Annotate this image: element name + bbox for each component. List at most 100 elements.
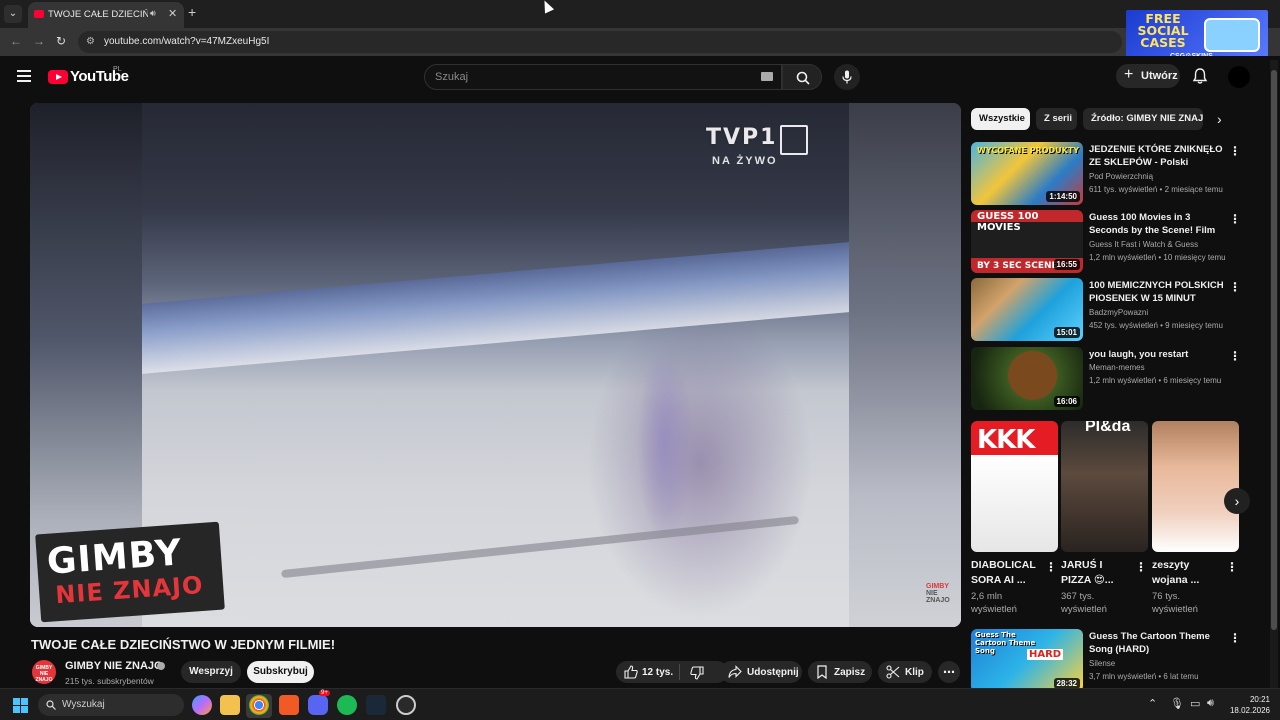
windows-taskbar: Wyszukaj 9+ ⌃ 🎙︎ ▭ 🔊︎ 20:21 18.02.2026 xyxy=(0,688,1280,720)
short-thumbnail[interactable] xyxy=(1152,421,1239,552)
menu-icon[interactable] xyxy=(17,70,31,82)
more-vertical-icon[interactable]: ⋮ xyxy=(1226,560,1238,574)
recommendation-channel[interactable]: Guess It Fast i Watch & Guess xyxy=(1089,240,1198,249)
recommendation-item[interactable]: 16:06 you laugh, you restart Meman-memes… xyxy=(971,347,1241,411)
url-text[interactable]: youtube.com/watch?v=47MZxeuHg5I xyxy=(104,36,269,47)
notifications-bell-icon[interactable] xyxy=(1192,68,1208,85)
recommendation-channel[interactable]: Pod Powierzchnią xyxy=(1089,172,1153,181)
save-button[interactable]: Zapisz xyxy=(808,661,872,683)
scrollbar-thumb[interactable] xyxy=(1271,70,1277,630)
network-icon[interactable]: ▭ xyxy=(1190,697,1200,710)
more-vertical-icon[interactable]: ⋮ xyxy=(1229,212,1241,226)
recommendation-title[interactable]: Guess The Cartoon Theme Song (HARD) xyxy=(1089,630,1224,656)
chrome-icon[interactable] xyxy=(249,695,269,715)
forward-icon[interactable]: → xyxy=(33,34,45,48)
like-count[interactable]: 12 tys. xyxy=(642,667,673,678)
tab-search-menu-button[interactable]: ⌄ xyxy=(4,5,22,23)
short-item[interactable]: zeszyty wojana ... 76 tys. wyświetleń ⋮ xyxy=(1152,421,1239,616)
video-thumbnail[interactable]: GUESS 100 MOVIES BY 3 SEC SCENE 16:55 xyxy=(971,210,1083,273)
recommendation-title[interactable]: Guess 100 Movies in 3 Seconds by the Sce… xyxy=(1089,211,1224,238)
join-button[interactable]: Wesprzyj xyxy=(181,661,241,683)
page-scrollbar[interactable] xyxy=(1270,60,1278,688)
windows-start-icon[interactable] xyxy=(13,698,29,714)
youtube-logo-icon[interactable] xyxy=(48,70,68,84)
channel-avatar[interactable]: GIMBY NIE ZNAJO xyxy=(32,660,56,684)
browser-tab-active[interactable]: TWOJE CAŁE DZIECIŃSTWO W JEDNYM FILMIE! … xyxy=(28,2,184,28)
steam-icon[interactable] xyxy=(366,695,386,715)
recommendation-channel[interactable]: BadzmyPowazni xyxy=(1089,308,1148,317)
short-item[interactable]: KKK DIABOLICAL SORA AI ... 2,6 mln wyświ… xyxy=(971,421,1058,616)
thumbs-down-icon[interactable] xyxy=(690,666,704,680)
video-title: TWOJE CAŁE DZIECIŃSTWO W JEDNYM FILMIE! xyxy=(31,637,336,652)
app-icon[interactable] xyxy=(396,695,416,715)
shorts-next-button[interactable]: › xyxy=(1224,488,1250,514)
chip-source[interactable]: Źródło: GIMBY NIE ZNAJO xyxy=(1083,108,1203,130)
subscribe-button[interactable]: Subskrybuj xyxy=(247,661,314,683)
share-button[interactable]: Udostępnij xyxy=(720,661,802,683)
short-title[interactable]: zeszyty wojana ... xyxy=(1152,558,1222,588)
chip-series[interactable]: Z serii xyxy=(1036,108,1077,130)
chevron-right-icon[interactable]: › xyxy=(1217,111,1222,127)
back-icon[interactable]: ← xyxy=(10,34,22,48)
account-avatar[interactable] xyxy=(1228,66,1250,88)
recommendation-item[interactable]: 15:01 100 MEMICZNYCH POLSKICH PIOSENEK W… xyxy=(971,278,1241,342)
recommendation-meta: 452 tys. wyświetleń • 9 miesięcy temu xyxy=(1089,321,1223,330)
video-thumbnail[interactable]: Guess The Cartoon Theme Song HARD 28:32 xyxy=(971,629,1083,689)
short-thumbnail[interactable]: Pl&da xyxy=(1061,421,1148,552)
create-button[interactable]: + Utwórz xyxy=(1116,64,1180,88)
keyboard-icon[interactable] xyxy=(761,72,773,81)
taskbar-clock[interactable]: 20:21 18.02.2026 xyxy=(1222,694,1270,716)
more-vertical-icon[interactable]: ⋮ xyxy=(1045,560,1057,574)
video-thumbnail[interactable]: WYCOFANE PRODUKTY 1:14:50 xyxy=(971,142,1083,205)
recommendation-item[interactable]: GUESS 100 MOVIES BY 3 SEC SCENE 16:55 Gu… xyxy=(971,210,1241,274)
voice-search-button[interactable] xyxy=(834,64,860,90)
video-player[interactable]: TVP1 NA ŻYWO GIMBY NIE ZNAJO GIMBY NIE Z… xyxy=(30,103,961,627)
copilot-icon[interactable] xyxy=(192,695,212,715)
share-icon xyxy=(728,665,742,678)
search-input[interactable] xyxy=(424,64,782,90)
recommendation-item[interactable]: WYCOFANE PRODUKTY 1:14:50 JEDZENIE KTÓRE… xyxy=(971,142,1241,206)
recommendation-title[interactable]: you laugh, you restart xyxy=(1089,348,1224,361)
thumbs-up-icon[interactable] xyxy=(624,665,638,679)
recommendation-channel[interactable]: Silense xyxy=(1089,659,1115,668)
video-thumbnail[interactable]: 15:01 xyxy=(971,278,1083,341)
ad-banner[interactable]: FREE SOCIAL CASES CSG⚙SKINS xyxy=(1126,10,1268,62)
new-tab-button[interactable]: + xyxy=(188,4,196,20)
volume-icon[interactable]: 🔊︎ xyxy=(1207,697,1214,710)
short-title[interactable]: JARUŚ I PIZZA 😍... xyxy=(1061,558,1131,588)
tab-close-icon[interactable]: ✕ xyxy=(168,7,177,20)
short-item[interactable]: Pl&da JARUŚ I PIZZA 😍... 367 tys. wyświe… xyxy=(1061,421,1148,616)
recommendation-title[interactable]: JEDZENIE KTÓRE ZNIKNĘŁO ZE SKLEPÓW - Pol… xyxy=(1089,143,1224,170)
microphone-icon[interactable]: 🎙︎ xyxy=(1170,697,1184,710)
speaker-icon[interactable]: 🔊︎ xyxy=(150,8,156,19)
more-vertical-icon[interactable]: ⋮ xyxy=(1229,280,1241,294)
search-button[interactable] xyxy=(782,64,822,90)
short-title[interactable]: DIABOLICAL SORA AI ... xyxy=(971,558,1041,588)
clock-date: 18.02.2026 xyxy=(1229,706,1270,715)
site-settings-icon[interactable]: ⚙︎ xyxy=(86,36,98,48)
thumbnail-text: WYCOFANE PRODUKTY xyxy=(977,146,1080,155)
chevron-up-icon[interactable]: ⌃ xyxy=(1148,697,1157,710)
reload-icon[interactable]: ↻ xyxy=(56,34,66,48)
more-vertical-icon[interactable]: ⋮ xyxy=(1229,349,1241,363)
brave-icon[interactable] xyxy=(279,695,299,715)
more-vertical-icon[interactable]: ⋮ xyxy=(1229,144,1241,158)
file-explorer-icon[interactable] xyxy=(220,695,240,715)
thumbnail-badge: HARD xyxy=(1027,649,1064,660)
taskbar-search[interactable]: Wyszukaj xyxy=(38,694,184,716)
discord-icon[interactable]: 9+ xyxy=(308,690,330,715)
channel-name[interactable]: GIMBY NIE ZNAJO xyxy=(65,660,163,672)
spotify-icon[interactable] xyxy=(337,695,357,715)
channel-watermark[interactable]: GIMBY NIE ZNAJO xyxy=(926,583,956,604)
recommendation-channel[interactable]: Meman-memes xyxy=(1089,363,1145,372)
more-vertical-icon[interactable]: ⋮ xyxy=(1135,560,1147,574)
more-actions-button[interactable]: ⋯ xyxy=(938,661,960,683)
clip-button[interactable]: Klip xyxy=(878,661,932,683)
chip-all[interactable]: Wszystkie xyxy=(971,108,1030,130)
address-bar[interactable]: ⚙︎ youtube.com/watch?v=47MZxeuHg5I xyxy=(78,31,1122,53)
recommendation-title[interactable]: 100 MEMICZNYCH POLSKICH PIOSENEK W 15 MI… xyxy=(1089,279,1224,305)
short-thumbnail[interactable]: KKK xyxy=(971,421,1058,552)
recommendation-item[interactable]: Guess The Cartoon Theme Song HARD 28:32 … xyxy=(971,629,1241,689)
video-thumbnail[interactable]: 16:06 xyxy=(971,347,1083,410)
more-vertical-icon[interactable]: ⋮ xyxy=(1229,631,1241,645)
